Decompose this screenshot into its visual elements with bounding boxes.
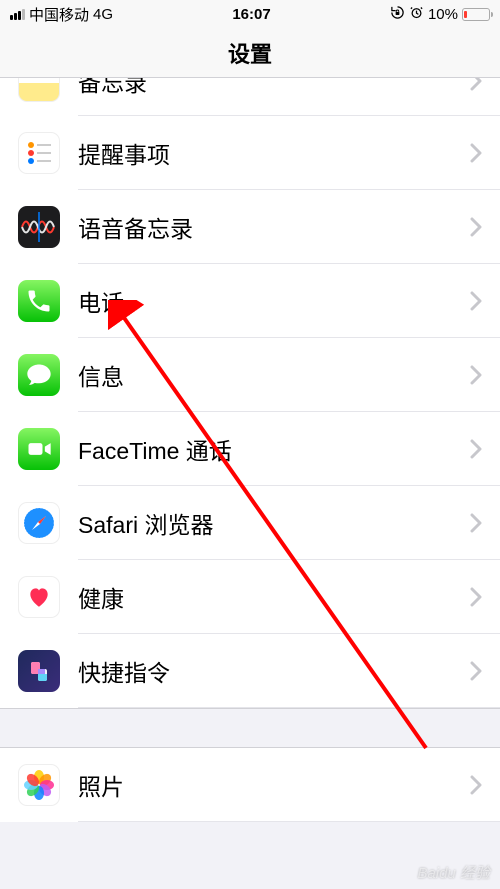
notes-icon (18, 78, 60, 102)
chevron-right-icon (470, 365, 482, 385)
chevron-right-icon (470, 143, 482, 163)
nav-bar: 设置 (0, 28, 500, 78)
phone-icon (18, 280, 60, 322)
battery-icon (462, 8, 490, 21)
shortcuts-icon (18, 650, 60, 692)
network-label: 4G (93, 6, 113, 23)
row-label: FaceTime 通话 (78, 432, 470, 466)
settings-row-notes[interactable]: 备忘录 (0, 78, 500, 116)
settings-row-safari[interactable]: Safari 浏览器 (0, 486, 500, 560)
chevron-right-icon (470, 513, 482, 533)
settings-row-phone[interactable]: 电话 (0, 264, 500, 338)
chevron-right-icon (470, 291, 482, 311)
chevron-right-icon (470, 217, 482, 237)
photos-icon (18, 764, 60, 806)
settings-row-photos[interactable]: 照片 (0, 748, 500, 822)
chevron-right-icon (470, 661, 482, 681)
chevron-right-icon (470, 587, 482, 607)
chevron-right-icon (470, 439, 482, 459)
signal-icon (10, 9, 25, 20)
page-title: 设置 (228, 37, 272, 69)
facetime-icon (18, 428, 60, 470)
row-label: 电话 (78, 284, 470, 318)
row-label: Safari 浏览器 (78, 506, 470, 540)
orientation-lock-icon (390, 5, 405, 24)
health-icon (18, 576, 60, 618)
chevron-right-icon (470, 78, 482, 91)
settings-row-voicememos[interactable]: 语音备忘录 (0, 190, 500, 264)
settings-row-health[interactable]: 健康 (0, 560, 500, 634)
row-label: 照片 (78, 768, 470, 802)
watermark: Baidu 经验 (417, 862, 490, 883)
voicememos-icon (18, 206, 60, 248)
safari-icon (18, 502, 60, 544)
chevron-right-icon (470, 775, 482, 795)
row-label: 备忘录 (78, 78, 470, 98)
row-label: 健康 (78, 580, 470, 614)
settings-row-messages[interactable]: 信息 (0, 338, 500, 412)
battery-pct: 10% (428, 6, 458, 23)
status-bar: 中国移动 4G 16:07 10% (0, 0, 500, 28)
row-label: 提醒事项 (78, 136, 470, 170)
row-label: 快捷指令 (78, 654, 470, 688)
row-label: 信息 (78, 358, 470, 392)
section-gap (0, 708, 500, 748)
settings-row-reminders[interactable]: 提醒事项 (0, 116, 500, 190)
clock: 16:07 (232, 6, 270, 23)
alarm-icon (409, 5, 424, 24)
reminders-icon (18, 132, 60, 174)
settings-row-facetime[interactable]: FaceTime 通话 (0, 412, 500, 486)
row-label: 语音备忘录 (78, 210, 470, 244)
settings-row-shortcuts[interactable]: 快捷指令 (0, 634, 500, 708)
messages-icon (18, 354, 60, 396)
carrier-label: 中国移动 (29, 4, 89, 25)
